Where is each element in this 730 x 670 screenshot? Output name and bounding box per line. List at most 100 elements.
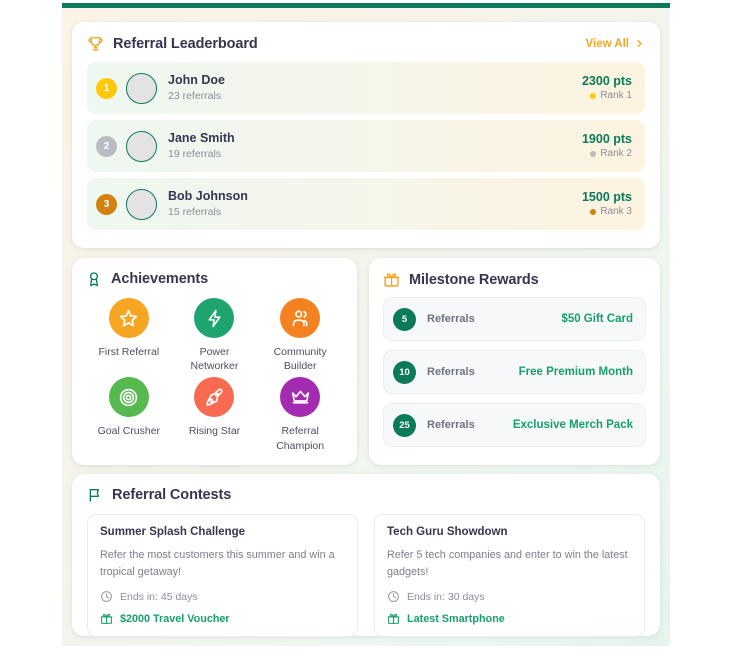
milestone-row[interactable]: 10 Referrals Free Premium Month <box>383 350 646 394</box>
contest-deadline: Ends in: 30 days <box>387 590 632 603</box>
milestone-reward: Exclusive Merch Pack <box>512 419 633 431</box>
rank-dot-icon <box>590 151 597 158</box>
achievements-card: Achievements First Referral Power Network… <box>72 258 357 465</box>
crown-icon <box>280 377 321 418</box>
achievement-label: Goal Crusher <box>97 425 161 438</box>
achievement-item[interactable]: Goal Crusher <box>86 377 172 452</box>
milestone-row[interactable]: 25 Referrals Exclusive Merch Pack <box>383 403 646 447</box>
leaderboard-title-row: Referral Leaderboard <box>87 35 258 52</box>
achievement-label: First Referral <box>98 346 160 358</box>
leaderboard-points: 2300 pts <box>581 73 632 88</box>
achievement-item[interactable]: Community Builder <box>257 298 343 373</box>
achievement-label: Power Networker <box>190 346 239 373</box>
milestone-label: Referrals <box>427 366 475 378</box>
leaderboard-name: Bob Johnson <box>168 189 248 204</box>
milestone-label: Referrals <box>427 419 475 431</box>
contest-prize: Latest Smartphone <box>387 612 632 625</box>
gift-icon <box>383 271 400 288</box>
leaderboard-name: Jane Smith <box>168 131 235 146</box>
milestone-rewards-card: Milestone Rewards 5 Referrals $50 Gift Car… <box>369 258 660 465</box>
leaderboard-header: Referral Leaderboard View All <box>87 35 645 52</box>
referral-contests-card: Referral Contests Summer Splash Challeng… <box>72 474 660 638</box>
rocket-icon <box>194 377 235 418</box>
leaderboard-referrals: 23 referrals <box>168 90 222 103</box>
milestone-row[interactable]: 5 Referrals $50 Gift Card <box>383 297 646 341</box>
leaderboard-row[interactable]: 2 Jane Smith 19 referrals 1900 pts Rank 2 <box>87 120 645 172</box>
clock-icon <box>100 590 113 603</box>
contest-description: Refer 5 tech companies and enter to win … <box>387 549 628 578</box>
achievement-item[interactable]: First Referral <box>86 298 172 373</box>
milestones-title-row: Milestone Rewards <box>383 271 646 288</box>
achievements-title-row: Achievements <box>86 271 343 287</box>
leaderboard-rank-label: Rank 3 <box>582 205 632 219</box>
target-icon <box>108 377 149 418</box>
leaderboard-rows: 1 John Doe 23 referrals 2300 pts Rank 1 2 Jane… <box>87 62 645 230</box>
contest-description: Refer the most customers this summer and… <box>100 549 335 578</box>
page-root: Referral Leaderboard View All 1 John Doe 2… <box>0 0 730 670</box>
avatar <box>126 188 157 220</box>
contest-grid: Summer Splash Challenge Refer the most cu… <box>87 514 645 638</box>
milestone-reward: $50 Gift Card <box>561 313 633 325</box>
contest-title: Tech Guru Showdown <box>387 526 508 538</box>
rank-badge: 3 <box>96 193 117 215</box>
rank-badge: 2 <box>96 135 117 157</box>
milestones-title: Milestone Rewards <box>409 271 539 288</box>
leaderboard-row[interactable]: 3 Bob Johnson 15 referrals 1500 pts Rank 3 <box>87 178 645 230</box>
leaderboard-person: Bob Johnson 15 referrals <box>168 188 582 220</box>
leaderboard-row[interactable]: 1 John Doe 23 referrals 2300 pts Rank 1 <box>87 62 645 114</box>
achievements-grid: First Referral Power Networker Community B… <box>86 298 343 453</box>
rank-badge: 1 <box>96 77 117 99</box>
contest-card[interactable]: Summer Splash Challenge Refer the most cu… <box>87 514 358 638</box>
rank-dot-icon <box>590 93 597 100</box>
contest-deadline: Ends in: 45 days <box>100 590 345 603</box>
achievement-item[interactable]: Rising Star <box>172 377 258 452</box>
leaderboard-person: John Doe 23 referrals <box>168 72 582 104</box>
lightning-bolt-icon <box>194 298 235 338</box>
contests-title-row: Referral Contests <box>87 487 645 503</box>
star-icon <box>108 298 149 338</box>
trophy-icon <box>87 35 104 52</box>
rank-dot-icon <box>590 209 597 216</box>
leaderboard-person: Jane Smith 19 referrals <box>168 130 582 162</box>
contest-title: Summer Splash Challenge <box>100 526 246 538</box>
contest-prize-label: $2000 Travel Voucher <box>120 612 230 625</box>
avatar <box>126 72 157 104</box>
gift-icon <box>387 612 400 625</box>
referral-leaderboard-card: Referral Leaderboard View All 1 John Doe 2… <box>72 22 660 248</box>
leaderboard-name: John Doe <box>168 73 225 88</box>
milestone-count-badge: 10 <box>393 360 416 384</box>
contest-card[interactable]: Tech Guru Showdown Refer 5 tech companies… <box>374 514 645 638</box>
gift-icon <box>100 612 113 625</box>
leaderboard-points: 1900 pts <box>581 131 632 146</box>
milestone-count-badge: 5 <box>393 307 416 331</box>
award-ribbon-icon <box>86 271 102 287</box>
chevron-right-icon <box>634 38 645 49</box>
contest-prize: $2000 Travel Voucher <box>100 612 345 625</box>
milestone-count-badge: 25 <box>393 413 416 437</box>
milestone-rows: 5 Referrals $50 Gift Card 10 Referrals Free P… <box>383 297 646 447</box>
achievement-label: Community Builder <box>273 346 327 373</box>
milestone-label: Referrals <box>427 313 475 325</box>
view-all-button[interactable]: View All <box>586 38 645 50</box>
contest-deadline-label: Ends in: 45 days <box>120 590 198 603</box>
achievement-label: Referral Champion <box>276 425 325 452</box>
leaderboard-rank-label: Rank 1 <box>582 89 632 103</box>
contest-deadline-label: Ends in: 30 days <box>407 590 485 603</box>
achievements-title: Achievements <box>111 271 209 287</box>
leaderboard-score: 1900 pts Rank 2 <box>582 131 632 162</box>
leaderboard-referrals: 19 referrals <box>168 148 222 161</box>
leaderboard-rank-label: Rank 2 <box>582 147 632 161</box>
leaderboard-score: 2300 pts Rank 1 <box>582 73 632 104</box>
contests-title: Referral Contests <box>112 487 232 503</box>
leaderboard-title: Referral Leaderboard <box>113 35 258 52</box>
achievement-item[interactable]: Power Networker <box>172 298 258 373</box>
leaderboard-points: 1500 pts <box>581 189 632 204</box>
achievement-item[interactable]: Referral Champion <box>257 377 343 452</box>
milestone-reward: Free Premium Month <box>518 366 633 378</box>
users-icon <box>280 298 321 338</box>
flag-icon <box>87 487 103 503</box>
leaderboard-referrals: 15 referrals <box>168 206 222 219</box>
view-all-label: View All <box>585 37 629 50</box>
clock-icon <box>387 590 400 603</box>
contest-prize-label: Latest Smartphone <box>407 612 505 625</box>
